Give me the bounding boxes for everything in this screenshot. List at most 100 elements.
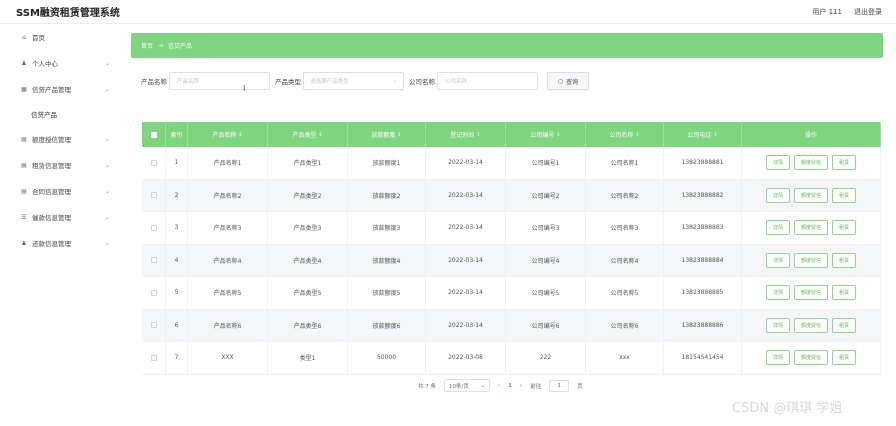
row-select-cell[interactable] [142,179,166,211]
sort-icon: ⇕ [238,131,243,138]
sidebar-item[interactable]: ▤ 租赁信息管理 ⌄ [0,152,122,178]
column-header[interactable]: 产品名称 ⇕ [188,122,268,147]
row-select-cell[interactable] [142,244,166,276]
detail-button[interactable]: 详情 [765,155,790,171]
select-all-checkbox[interactable] [150,131,157,138]
sort-icon: ⇕ [556,131,561,138]
goto-input[interactable]: 1 [549,379,570,392]
lease-button[interactable]: 租赁 [832,155,857,171]
page-size-select[interactable]: 10条/页 ⌄ [444,379,490,392]
column-header[interactable]: 公司电话 ⇕ [664,122,742,147]
row-checkbox[interactable] [150,192,157,199]
row-checkbox[interactable] [150,159,157,166]
table-cell: 产品名称5 [188,277,268,309]
sidebar-subitem[interactable]: 信贷产品 [0,102,122,126]
row-checkbox[interactable] [150,322,157,329]
table-cell: 18154541454 [664,342,742,374]
top-bar: SSM融资租赁管理系统 用户 111 退出登录 [0,0,896,24]
detail-button[interactable]: 详情 [765,350,790,366]
detail-button[interactable]: 详情 [765,220,790,236]
sidebar-item[interactable]: ♟ 个人中心 ⌄ [0,50,122,76]
next-page-button[interactable]: › [520,383,522,389]
row-checkbox[interactable] [150,289,157,296]
product-type-select[interactable]: 请选择产品类型 ⌄ [303,72,404,90]
table-cell: 公司编号5 [506,277,586,309]
product-type-label: 产品类型 [275,78,301,86]
column-header[interactable]: 公司编号 ⇕ [506,122,586,147]
credit-button[interactable]: 额度授信 [793,350,828,366]
table-cell: 2022-03-14 [426,147,506,179]
prev-page-button[interactable]: ‹ [498,383,500,389]
column-header[interactable]: 索引 [166,122,188,147]
sort-icon: ⇕ [397,131,402,138]
user-icon: ♟ [21,59,27,67]
select-all-cell[interactable] [142,122,166,147]
table-cell: 公司名称1 [586,147,664,179]
column-header[interactable]: 登记时间 ⇕ [426,122,506,147]
detail-button[interactable]: 详情 [765,187,790,203]
sidebar-item[interactable]: ▤ 合同信息管理 ⌄ [0,178,122,204]
table-row: 4 产品名称4 产品类型4 放款额度4 2022-03-14 公司编号4 公司名称4 1382… [142,244,881,277]
detail-button[interactable]: 详情 [765,252,790,268]
lease-button[interactable]: 租赁 [832,220,857,236]
chevron-down-icon: ⌄ [104,135,110,143]
table-cell: 13823888884 [664,244,742,276]
row-select-cell[interactable] [142,212,166,244]
table-cell: 7 [166,342,188,374]
page-number[interactable]: 1 [508,383,512,389]
table-cell: 13823888882 [664,179,742,211]
search-button[interactable]: ○ 查询 [547,72,589,90]
column-header[interactable]: 公司名称 ⇕ [586,122,664,147]
sidebar-item-label: 合同信息管理 [32,188,71,196]
credit-button[interactable]: 额度授信 [793,285,828,301]
lease-button[interactable]: 租赁 [832,252,857,268]
company-name-input[interactable]: 公司名称 [437,72,538,90]
text-cursor-icon: I [243,84,246,93]
sidebar-item[interactable]: ▤ 额度授信管理 ⌄ [0,126,122,152]
credit-button[interactable]: 额度授信 [793,317,828,333]
row-checkbox[interactable] [150,224,157,231]
table-cell: 放款额度1 [348,147,426,179]
detail-button[interactable]: 详情 [765,285,790,301]
row-checkbox[interactable] [150,257,157,264]
sidebar-item[interactable]: ☰ 催款信息管理 ⌄ [0,204,122,230]
row-select-cell[interactable] [142,277,166,309]
credit-button[interactable]: 额度授信 [793,220,828,236]
chevron-down-icon: ⌄ [104,161,110,169]
credit-button[interactable]: 额度授信 [793,252,828,268]
column-header[interactable]: 放款额度 ⇕ [348,122,426,147]
sidebar-item-label: 额度授信管理 [32,136,71,144]
row-select-cell[interactable] [142,342,166,374]
product-name-input[interactable]: 产品名称 [169,72,270,90]
detail-button[interactable]: 详情 [765,317,790,333]
table-row: 1 产品名称1 产品类型1 放款额度1 2022-03-14 公司编号1 公司名称1 1382… [142,147,881,180]
chevron-down-icon: ⌄ [104,59,110,67]
actions-cell: 详情 额度授信 租赁 [742,277,881,309]
sort-icon: ⇕ [635,131,640,138]
list-icon: ▤ [21,135,27,143]
column-header[interactable]: 产品类型 ⇕ [268,122,348,147]
credit-button[interactable]: 额度授信 [793,187,828,203]
table-cell: 放款额度2 [348,179,426,211]
sidebar-item[interactable]: ⌂ 首页 [0,24,122,50]
row-select-cell[interactable] [142,147,166,179]
lease-button[interactable]: 租赁 [832,350,857,366]
credit-button[interactable]: 额度授信 [793,155,828,171]
column-header: 操作 [742,122,881,147]
lease-button[interactable]: 租赁 [832,187,857,203]
breadcrumb-home[interactable]: 首页 [141,41,153,50]
table-cell: 放款额度4 [348,244,426,276]
table-cell: 放款额度3 [348,212,426,244]
sidebar-item-label: 个人中心 [32,60,58,68]
lease-button[interactable]: 租赁 [832,285,857,301]
logout-link[interactable]: 退出登录 [854,7,882,17]
chevron-down-icon: ⌄ [480,382,485,389]
lease-button[interactable]: 租赁 [832,317,857,333]
table-cell: 产品名称3 [188,212,268,244]
table-cell: 产品类型5 [268,277,348,309]
sidebar-item[interactable]: ♟ 还款信息管理 ⌄ [0,230,122,256]
user-icon: ♟ [21,239,27,247]
row-select-cell[interactable] [142,309,166,341]
row-checkbox[interactable] [150,354,157,361]
sidebar-item[interactable]: ▦ 信贷产品管理 ⌄ [0,76,122,102]
